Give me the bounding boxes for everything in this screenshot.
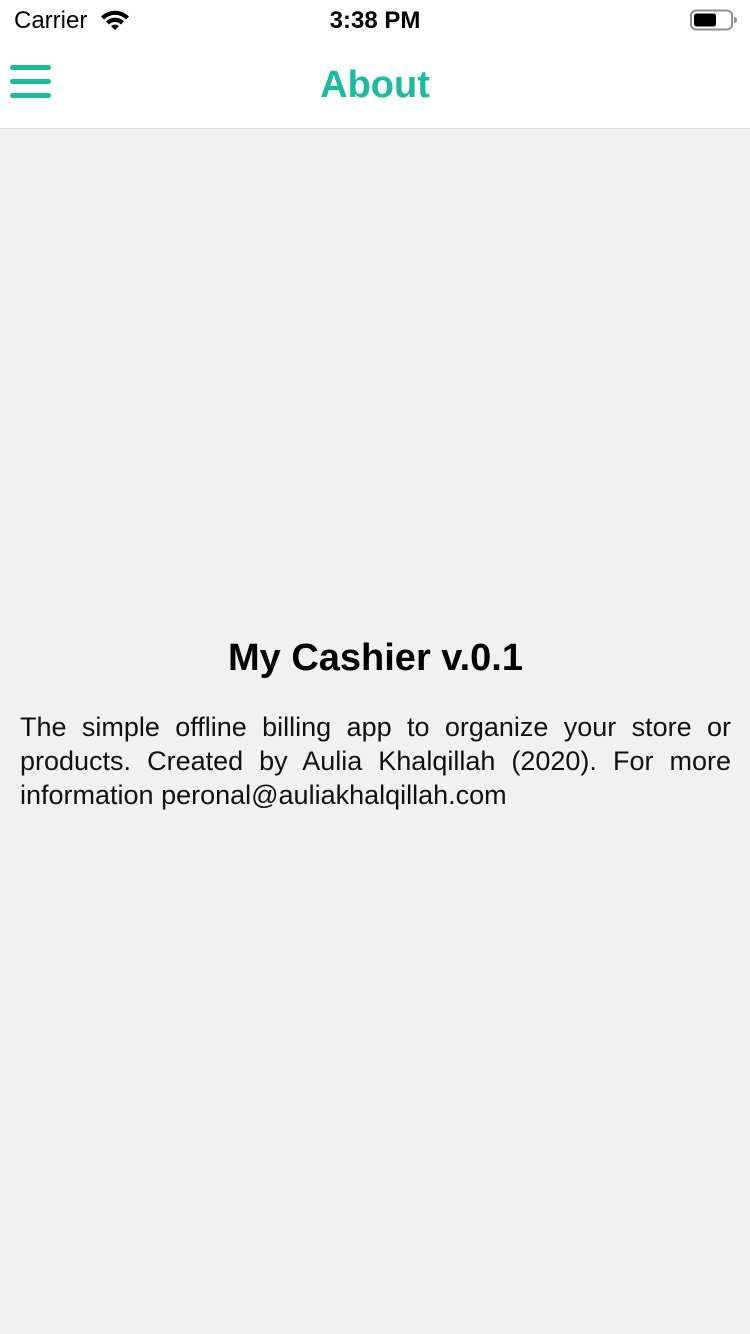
status-bar: Carrier 3:38 PM [0,0,750,42]
about-section: My Cashier v.0.1 The simple offline bill… [20,637,731,812]
status-time: 3:38 PM [329,7,421,34]
battery-icon [690,9,737,31]
app-title: My Cashier v.0.1 [227,637,523,679]
navigation-bar: About [0,42,750,129]
about-content: My Cashier v.0.1 The simple offline bill… [0,129,750,1334]
app-description: The simple offline billing app to organi… [20,712,731,810]
page-title: About [320,64,430,106]
